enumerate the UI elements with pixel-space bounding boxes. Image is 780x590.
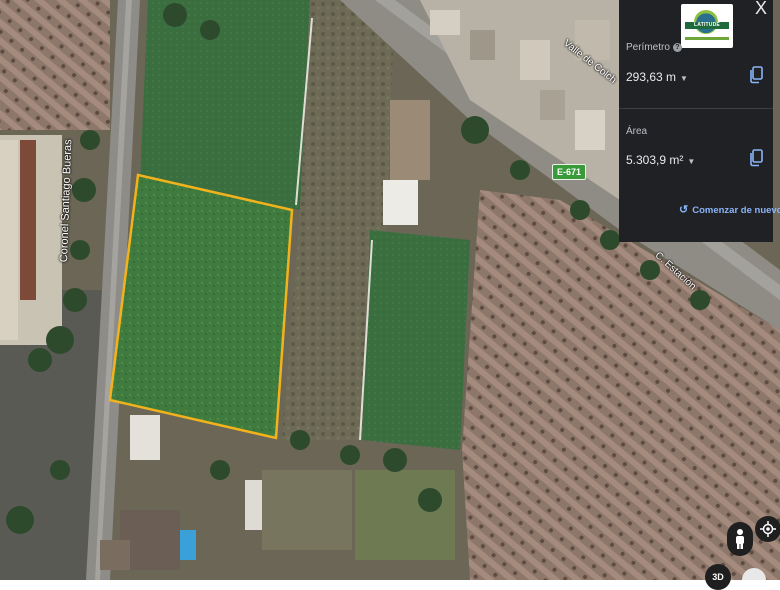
caret-down-icon: ▼ <box>687 157 696 166</box>
restart-button[interactable]: ↺ Comenzar de nuevo <box>679 203 780 216</box>
perimeter-label-text: Perímetro <box>626 42 670 53</box>
measure-distance-panel: X LATITUDE Perímetro? 293,63 m ▼ Área 5.3… <box>619 0 780 242</box>
copy-icon[interactable] <box>749 149 763 167</box>
area-value-dropdown[interactable]: 5.303,9 m² ▼ <box>626 153 695 167</box>
logo-underline <box>685 37 729 40</box>
caret-down-icon: ▼ <box>680 74 688 83</box>
close-icon[interactable]: X <box>755 0 767 18</box>
restart-label: Comenzar de nuevo <box>692 205 780 216</box>
area-label: Área <box>626 126 648 137</box>
copy-icon[interactable] <box>749 66 763 84</box>
route-badge-e671: E-671 <box>552 164 587 180</box>
perimeter-value-dropdown[interactable]: 293,63 m ▼ <box>626 70 688 84</box>
perimeter-value: 293,63 m <box>626 70 677 84</box>
restart-icon: ↺ <box>679 204 689 216</box>
area-value: 5.303,9 m² <box>626 153 684 167</box>
logo-text: LATITUDE <box>685 22 729 29</box>
perimeter-label: Perímetro? <box>626 42 682 53</box>
3d-toggle-button[interactable]: 3D <box>705 564 731 590</box>
help-icon[interactable]: ? <box>672 43 682 52</box>
latitude-logo: LATITUDE <box>681 4 733 48</box>
panel-divider <box>619 108 773 109</box>
my-location-icon[interactable] <box>755 516 780 542</box>
pegman-icon[interactable] <box>727 522 753 556</box>
